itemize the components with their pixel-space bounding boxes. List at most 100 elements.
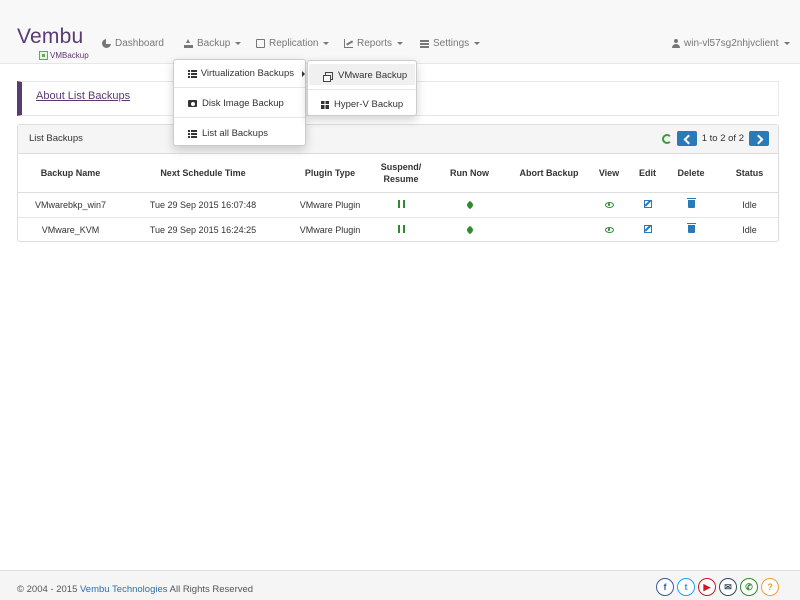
menu-item-virtualization-backups[interactable]: Virtualization Backups	[174, 68, 305, 79]
top-navbar: Vembu VMBackup Dashboard Backup Replicat…	[0, 0, 800, 64]
plugin-type: VMware Plugin	[283, 192, 377, 218]
user-name: win-vl57sg2nhjvclient	[684, 38, 779, 49]
prev-page-button[interactable]	[676, 131, 697, 146]
eye-icon[interactable]	[604, 201, 614, 208]
col-view: View	[584, 154, 634, 193]
nav-reports-label: Reports	[357, 38, 393, 49]
eye-icon[interactable]	[604, 226, 614, 233]
vmware-icon	[323, 71, 333, 82]
next-schedule: Tue 29 Sep 2015 16:07:48	[123, 192, 283, 218]
backup-name: VMware_KVM	[41, 224, 100, 235]
col-abort-backup: Abort Backup	[514, 154, 584, 193]
divider	[174, 87, 305, 88]
col-plugin-type: Plugin Type	[283, 154, 377, 193]
next-page-button[interactable]	[749, 131, 769, 146]
nav-dashboard[interactable]: Dashboard	[102, 38, 164, 49]
vmbackup-icon	[39, 51, 48, 60]
divider	[174, 117, 305, 118]
brand-name: Vembu	[17, 25, 84, 48]
chevron-down-icon	[235, 42, 242, 45]
user-menu[interactable]: win-vl57sg2nhjvclient	[671, 38, 790, 49]
pause-icon[interactable]	[397, 199, 405, 208]
chevron-down-icon	[783, 42, 790, 45]
nav-settings[interactable]: Settings	[420, 38, 481, 49]
dashboard-icon	[102, 39, 111, 48]
menu-item-label: VMware Backup	[338, 70, 408, 81]
email-icon[interactable]: ✉	[719, 578, 737, 596]
menu-item-hyperv-backup[interactable]: Hyper-V Backup	[308, 99, 416, 110]
col-status: Status	[721, 154, 778, 193]
nav-reports[interactable]: Reports	[344, 38, 404, 49]
replication-icon	[256, 39, 265, 48]
nav-backup-label: Backup	[197, 38, 231, 49]
settings-icon	[420, 39, 429, 48]
menu-item-label: List all Backups	[202, 128, 269, 139]
about-list-backups-link[interactable]: About List Backups	[36, 90, 130, 102]
menu-item-label: Virtualization Backups	[200, 68, 294, 79]
menu-item-label: Disk Image Backup	[202, 98, 284, 109]
caret-right-icon	[302, 70, 305, 77]
nav-backup[interactable]: Backup	[184, 38, 242, 49]
product-badge: VMBackup	[39, 51, 119, 60]
menu-item-vmware-backup[interactable]: VMware Backup	[308, 70, 416, 82]
chevron-down-icon	[397, 42, 404, 45]
panel-header: List Backups 1 to 2 of 2	[18, 125, 778, 154]
phone-icon[interactable]: ✆	[740, 578, 758, 596]
next-schedule: Tue 29 Sep 2015 16:24:25	[149, 224, 257, 235]
edit-icon[interactable]	[643, 224, 652, 233]
company-link[interactable]: Vembu Technologies	[80, 584, 168, 595]
copyright-prefix: © 2004 - 2015	[17, 584, 78, 595]
backup-name: VMwarebkp_win7	[18, 192, 123, 218]
nav-dashboard-label: Dashboard	[115, 38, 164, 49]
trash-icon[interactable]	[686, 222, 696, 233]
social-links: f t ▶ ✉ ✆?	[656, 578, 779, 596]
refresh-icon[interactable]	[661, 133, 672, 144]
col-delete: Delete	[661, 154, 721, 193]
vembu-logo[interactable]: Vembu VMBackup	[17, 25, 89, 60]
list-backups-panel: List Backups 1 to 2 of 2 Backup Name Nex…	[17, 124, 779, 242]
rocket-icon[interactable]	[465, 200, 474, 209]
footer: © 2004 - 2015 Vembu Technologies All Rig…	[0, 570, 800, 600]
col-suspend-resume: Suspend/ Resume	[377, 154, 425, 193]
abort-cell	[514, 217, 584, 242]
upload-icon	[184, 39, 193, 48]
pause-icon[interactable]	[397, 224, 405, 233]
menu-item-disk-image-backup[interactable]: Disk Image Backup	[174, 98, 305, 109]
help-icon[interactable]: ?	[761, 578, 779, 596]
windows-icon	[321, 100, 329, 109]
virtualization-submenu: VMware Backup Hyper-V Backup	[307, 60, 417, 116]
menu-item-label: Hyper-V Backup	[334, 99, 404, 110]
menu-item-list-all-backups[interactable]: List all Backups	[174, 128, 305, 139]
user-icon	[671, 39, 680, 48]
youtube-icon[interactable]: ▶	[698, 578, 716, 596]
col-edit: Edit	[634, 154, 661, 193]
edit-icon[interactable]	[643, 199, 652, 208]
trash-icon[interactable]	[686, 197, 696, 208]
pager-info: 1 to 2 of 2	[701, 133, 744, 144]
divider	[308, 89, 416, 90]
chevron-down-icon	[474, 42, 481, 45]
copyright-suffix: All Rights Reserved	[169, 584, 254, 595]
product-name: VMBackup	[50, 51, 89, 60]
col-next-schedule: Next Schedule Time	[123, 154, 283, 193]
panel-title: List Backups	[29, 133, 83, 144]
nav-settings-label: Settings	[433, 38, 470, 49]
backups-table: Backup Name Next Schedule Time Plugin Ty…	[18, 154, 778, 242]
status: Idle	[742, 224, 757, 235]
status: Idle	[721, 192, 778, 218]
plugin-type: VMware Plugin	[299, 224, 361, 235]
backup-dropdown: Virtualization Backups Disk Image Backup…	[173, 59, 306, 146]
copyright: © 2004 - 2015 Vembu Technologies All Rig…	[17, 584, 253, 595]
nav-replication[interactable]: Replication	[256, 38, 330, 49]
table-row: VMware_KVM Tue 29 Sep 2015 16:24:25 VMwa…	[18, 217, 778, 242]
list-icon	[188, 69, 197, 78]
camera-icon	[188, 100, 197, 107]
facebook-icon[interactable]: f	[656, 578, 674, 596]
list-icon	[188, 129, 197, 138]
col-run-now: Run Now	[425, 154, 514, 193]
pager: 1 to 2 of 2	[661, 131, 769, 146]
twitter-icon[interactable]: t	[677, 578, 695, 596]
chevron-down-icon	[323, 42, 330, 45]
rocket-icon[interactable]	[465, 225, 474, 234]
abort-cell	[514, 192, 584, 218]
